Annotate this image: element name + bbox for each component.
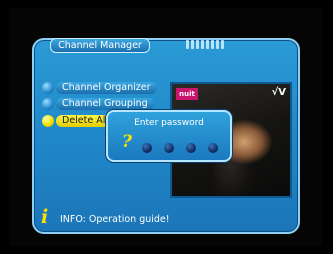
tick <box>186 40 189 49</box>
info-hint: INFO: Operation guide! <box>60 214 170 225</box>
menu-item-label: Channel Grouping <box>56 98 154 110</box>
tick <box>206 40 209 49</box>
question-icon: ? <box>122 132 132 152</box>
bullet-icon <box>42 82 54 94</box>
pin-digit[interactable] <box>186 143 196 153</box>
tick <box>196 40 199 49</box>
pin-digit[interactable] <box>208 143 218 153</box>
pin-digit[interactable] <box>142 143 152 153</box>
menu-item-label: Channel Organizer <box>56 82 157 94</box>
bullet-icon <box>42 98 54 110</box>
channel-watermark: √V <box>271 87 286 98</box>
window-title: Channel Manager <box>50 38 150 53</box>
password-input[interactable] <box>142 143 218 153</box>
password-dialog: Enter password ? <box>106 110 232 162</box>
pin-digit[interactable] <box>164 143 174 153</box>
tick <box>191 40 194 49</box>
tick <box>201 40 204 49</box>
info-icon: i <box>41 206 49 228</box>
bullet-icon <box>42 115 54 127</box>
channel-logo: nuit <box>176 88 198 100</box>
tick <box>216 40 219 49</box>
tick <box>221 40 224 49</box>
tick <box>211 40 214 49</box>
dialog-title: Enter password <box>134 118 204 128</box>
title-decoration <box>186 40 224 49</box>
